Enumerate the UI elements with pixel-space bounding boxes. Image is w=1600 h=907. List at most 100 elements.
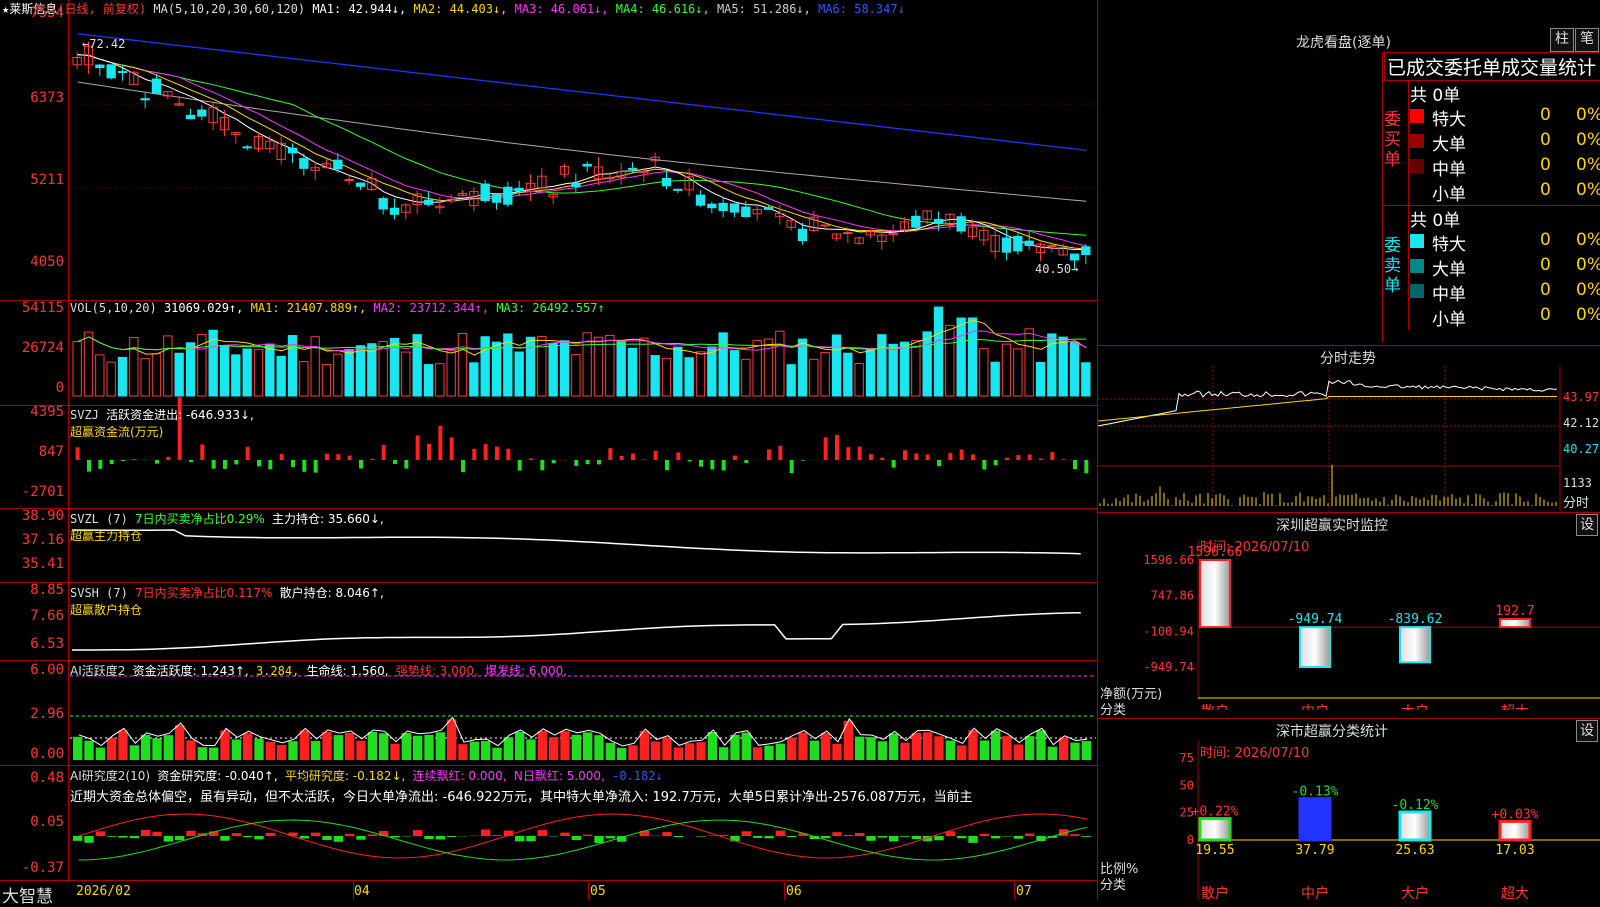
activity-bar <box>674 747 683 760</box>
monitor-y-tick: 1596.66 <box>1143 553 1194 567</box>
activity-bar <box>832 744 841 760</box>
volume-bar <box>662 358 670 396</box>
monitor-settings-button[interactable]: 设 <box>1576 514 1598 536</box>
x-tick <box>1014 882 1015 900</box>
intraday-chart[interactable] <box>1098 366 1600 511</box>
candle <box>379 198 387 209</box>
fund-flow-bar <box>722 460 726 470</box>
fund-flow-bar <box>767 449 771 460</box>
stats-settings-button[interactable]: 设 <box>1576 720 1598 742</box>
svsh-value: 散户持仓: 8.046↑, <box>280 586 384 600</box>
ai1-value2: 3.284, <box>256 664 299 678</box>
fund-flow-bar <box>552 460 556 463</box>
monitor-bar-value: -949.74 <box>1288 612 1343 627</box>
svzj-y-tick-2: -2701 <box>2 484 64 500</box>
activity-bar <box>424 735 433 760</box>
stats-chart: 7550250+0.22%19.55散户-0.13%37.79中户-0.12%2… <box>1098 740 1600 900</box>
research-bar <box>311 833 320 836</box>
monitor-bar-value: -839.62 <box>1388 612 1443 627</box>
volume-bar <box>107 362 115 396</box>
research-bar <box>130 836 139 838</box>
research-bar <box>118 836 127 838</box>
fund-flow-bar <box>1016 455 1020 460</box>
research-bar <box>855 833 864 836</box>
ai1-y-tick-1: 2.96 <box>2 706 64 722</box>
x-tick <box>588 882 589 900</box>
candle <box>583 164 591 166</box>
fund-flow-bar <box>710 460 714 469</box>
fund-flow-bar <box>665 460 669 470</box>
stats-bar <box>1300 799 1330 840</box>
fund-flow-bar <box>880 458 884 460</box>
volume-bar <box>685 358 693 396</box>
chart-area[interactable]: ★莱斯信息(日线, 前复权) MA(5,10,20,30,60,120) MA1… <box>0 0 1098 900</box>
fund-flow-bar <box>676 452 680 460</box>
activity-bar <box>821 733 830 760</box>
low-price-label: 40.50→ <box>1035 262 1078 276</box>
sell-row-swatch <box>1410 309 1424 323</box>
volume-bar <box>617 342 625 396</box>
svsh-y-tick-0: 8.85 <box>2 582 64 598</box>
ai1-strong: 强势线: 3.000, <box>396 664 478 678</box>
svzl-sub: 超赢主力持仓 <box>70 529 142 543</box>
activity-bar <box>1082 741 1091 760</box>
candle <box>345 179 353 180</box>
fund-flow-bar <box>620 456 624 460</box>
buy-row-pct: 0% <box>1576 130 1600 150</box>
activity-bar <box>617 748 626 760</box>
volume-bar <box>560 341 568 396</box>
fund-flow-bar <box>87 460 91 472</box>
research-bar <box>481 829 490 836</box>
fund-flow-bar <box>824 437 828 460</box>
fund-flow-bar <box>223 460 227 469</box>
fund-flow-bar <box>926 454 930 460</box>
stats-bar-change: -0.12% <box>1392 798 1439 813</box>
fund-flow-bar <box>314 460 318 473</box>
volume-bar <box>232 355 240 396</box>
activity-bar <box>356 741 365 760</box>
candle <box>152 79 160 93</box>
activity-bar <box>254 739 263 760</box>
volume-bar <box>470 363 478 396</box>
volume-bar <box>84 332 92 396</box>
fund-flow-bar <box>336 454 340 460</box>
candle <box>730 204 738 212</box>
research-bar <box>1025 833 1034 836</box>
research-bar <box>572 836 581 840</box>
volume-bar <box>118 357 126 396</box>
fund-flow-bar <box>960 450 964 460</box>
activity-bar <box>549 737 558 760</box>
activity-bar <box>73 737 82 760</box>
candle <box>1048 246 1056 247</box>
buy-row-name: 大单 <box>1432 130 1466 155</box>
volume-bar <box>1025 329 1033 396</box>
activity-bar <box>390 744 399 760</box>
activity-bar <box>402 733 411 760</box>
research-bar <box>243 836 252 837</box>
fund-flow-bar <box>404 460 408 469</box>
vol-label: VOL(5,10,20) <box>70 301 157 315</box>
stats-bar-change: -0.13% <box>1292 785 1339 800</box>
volume-bar <box>277 356 285 396</box>
candle <box>334 160 342 169</box>
sell-row-value: 0 <box>1540 255 1551 275</box>
ai2-y-tick-1: 0.05 <box>2 814 64 830</box>
ai1-y-tick-2: 0.00 <box>2 746 64 762</box>
volume-bar <box>787 365 795 396</box>
volume-bar <box>526 337 534 396</box>
volume-bar <box>1059 337 1067 396</box>
svsh-legend: SVSH (7) 7日内买卖净占比0.117% 散户持仓: 8.046↑, 超赢… <box>70 584 384 618</box>
volume-bar <box>753 340 761 396</box>
bar-mode-button[interactable]: 柱 <box>1550 28 1574 52</box>
volume-bar <box>356 346 364 396</box>
candle <box>107 65 115 78</box>
sell-row-swatch <box>1410 259 1424 273</box>
fund-flow-bar <box>1084 460 1088 473</box>
activity-bar <box>470 742 479 760</box>
activity-bar <box>900 743 909 760</box>
fund-flow-bar <box>166 457 170 460</box>
ai2-y-tick-0: 0.48 <box>2 770 64 786</box>
volume-bar <box>515 352 523 396</box>
tick-mode-button[interactable]: 笔 <box>1575 28 1599 52</box>
stats-bar <box>1500 821 1530 840</box>
